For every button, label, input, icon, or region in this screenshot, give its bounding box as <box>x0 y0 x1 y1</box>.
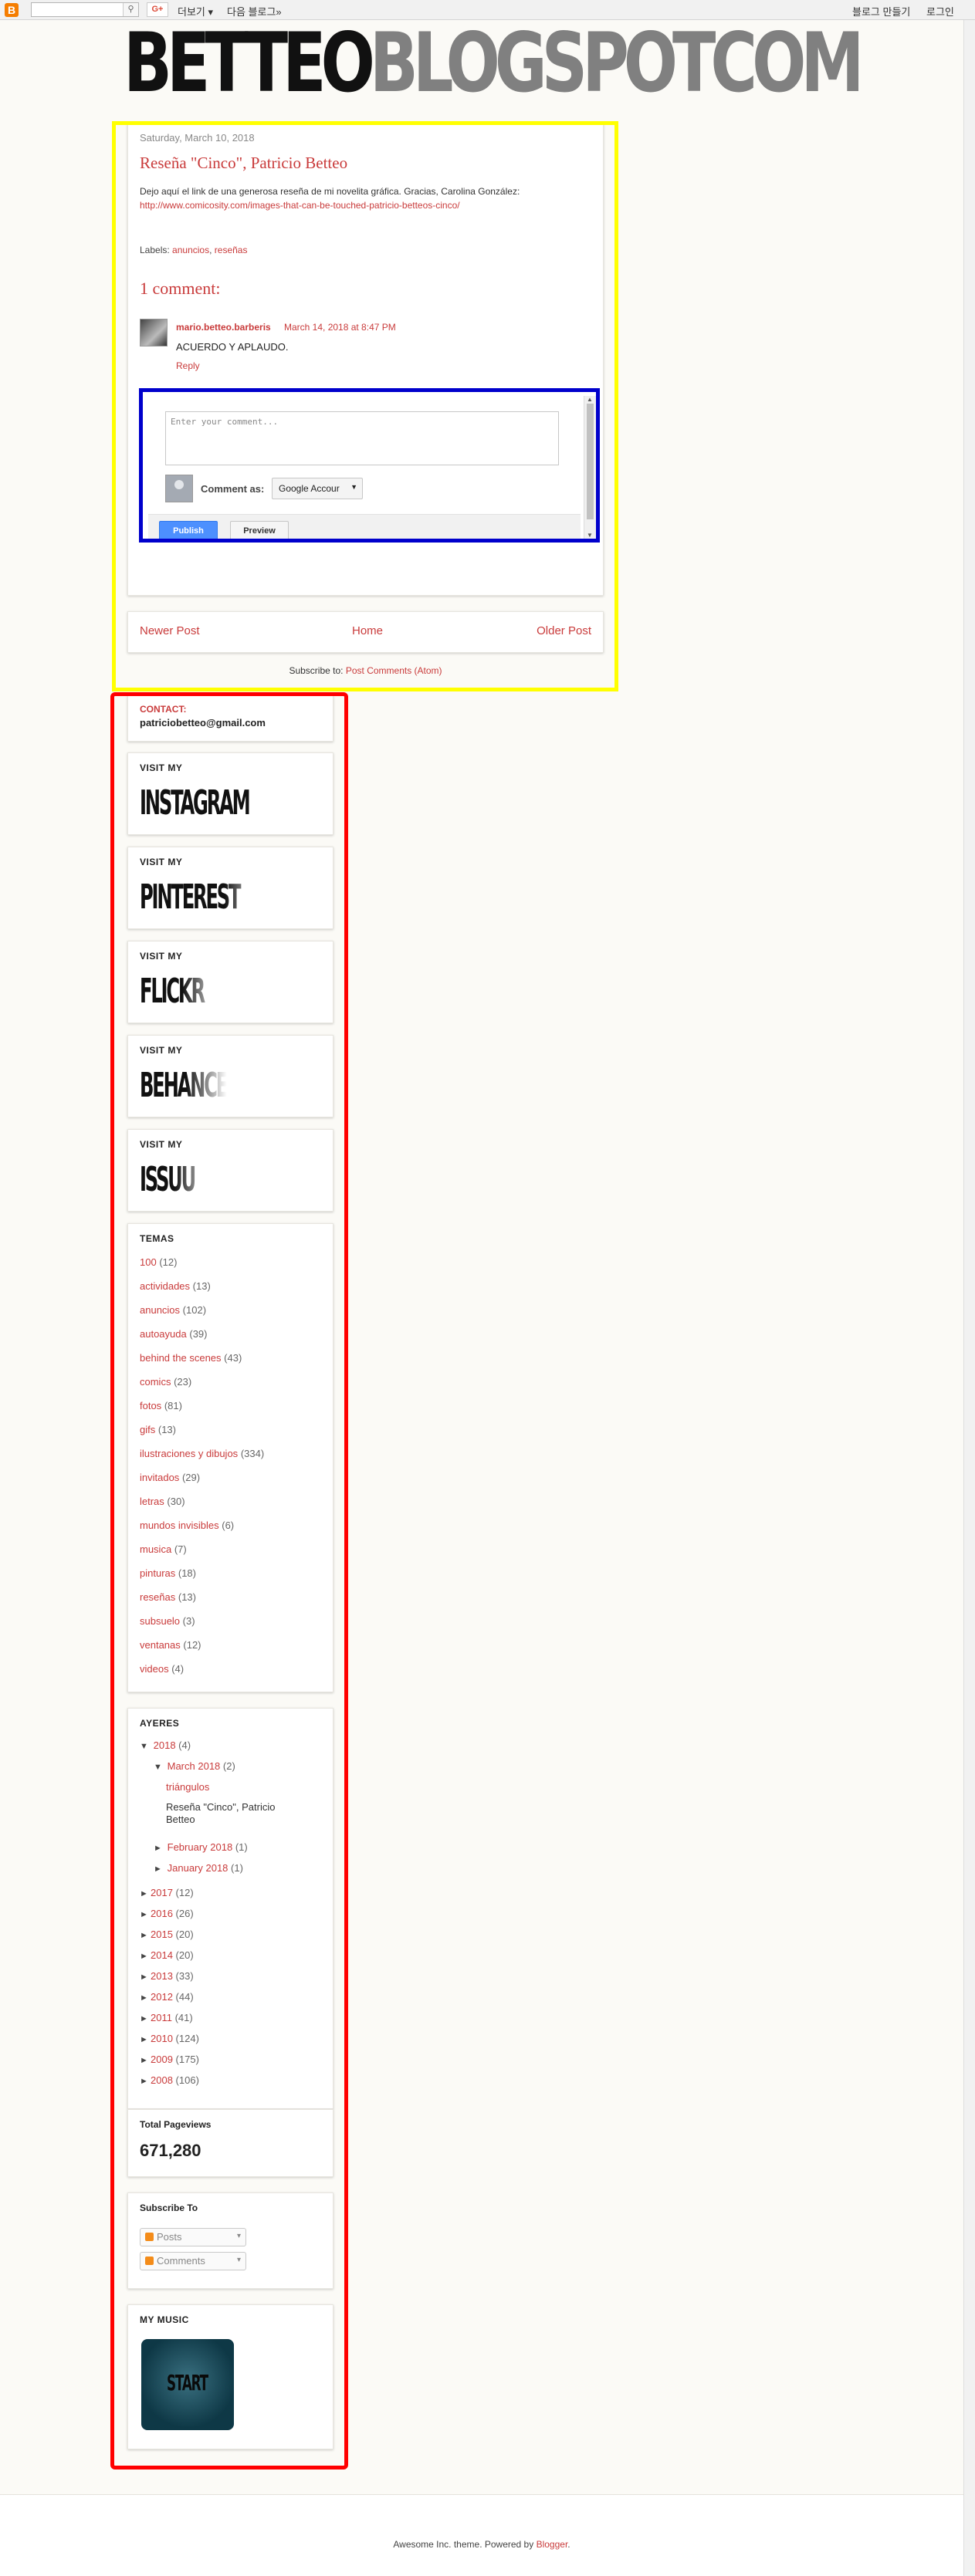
header-title-part2: BLOGSPOTCOM <box>369 15 865 110</box>
search-icon[interactable]: ⚲ <box>123 3 138 16</box>
navbar-search-input[interactable]: ⚲ <box>31 2 139 17</box>
blogger-link[interactable]: Blogger <box>537 2539 568 2550</box>
footer <box>0 2494 963 2576</box>
login-link[interactable]: 로그인 <box>926 4 954 19</box>
footer-text: Awesome Inc. theme. Powered by <box>393 2539 534 2550</box>
header-title-part1: BETTEO <box>124 15 375 110</box>
footer-attribution: Awesome Inc. theme. Powered by Blogger. <box>393 2539 570 2550</box>
blog-header-title[interactable]: BETTEOBLOGSPOTCOM <box>124 22 865 104</box>
page-scrollbar[interactable] <box>963 20 975 2576</box>
blogger-logo-icon[interactable]: B <box>5 3 19 17</box>
highlight-outline-comment-form <box>139 388 600 543</box>
create-blog-link[interactable]: 블로그 만들기 <box>852 4 910 19</box>
highlight-outline-sidebar <box>110 692 348 2470</box>
